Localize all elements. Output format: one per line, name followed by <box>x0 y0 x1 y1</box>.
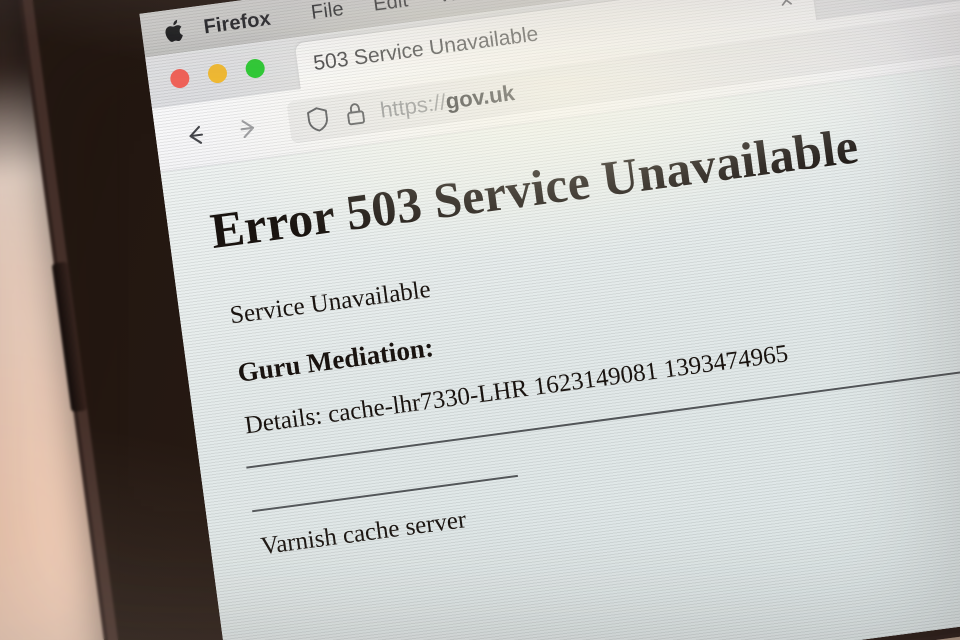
close-traffic-light[interactable] <box>169 67 191 90</box>
menu-item-edit[interactable]: Edit <box>357 0 424 18</box>
apple-logo-icon[interactable] <box>162 17 187 46</box>
forward-arrow-icon <box>240 119 254 138</box>
photo-scene: Firefox File Edit View History Bookmarks… <box>0 0 960 640</box>
window-controls <box>169 57 266 90</box>
padlock-icon[interactable] <box>342 98 369 129</box>
zoom-traffic-light[interactable] <box>244 57 266 80</box>
menu-item-view[interactable]: View <box>421 0 497 10</box>
laptop-screen: Firefox File Edit View History Bookmarks… <box>139 0 960 640</box>
shield-icon[interactable] <box>303 103 332 134</box>
url-host: gov.uk <box>444 79 517 114</box>
laptop: Firefox File Edit View History Bookmarks… <box>14 0 960 640</box>
firefox-window: 503 Service Unavailable × + <box>145 0 960 640</box>
menu-item-firefox[interactable]: Firefox <box>202 4 298 39</box>
forward-button[interactable] <box>225 106 270 151</box>
close-tab-icon[interactable]: × <box>774 0 799 15</box>
varnish-footer-text: Varnish cache server <box>259 506 468 561</box>
menu-item-file[interactable]: File <box>295 0 360 26</box>
back-button[interactable] <box>173 112 218 157</box>
back-arrow-icon <box>189 125 203 144</box>
url-scheme: https:// <box>378 88 448 123</box>
minimize-traffic-light[interactable] <box>206 62 229 85</box>
url-text: https://gov.uk <box>379 80 517 124</box>
new-tab-icon[interactable]: + <box>832 0 854 9</box>
